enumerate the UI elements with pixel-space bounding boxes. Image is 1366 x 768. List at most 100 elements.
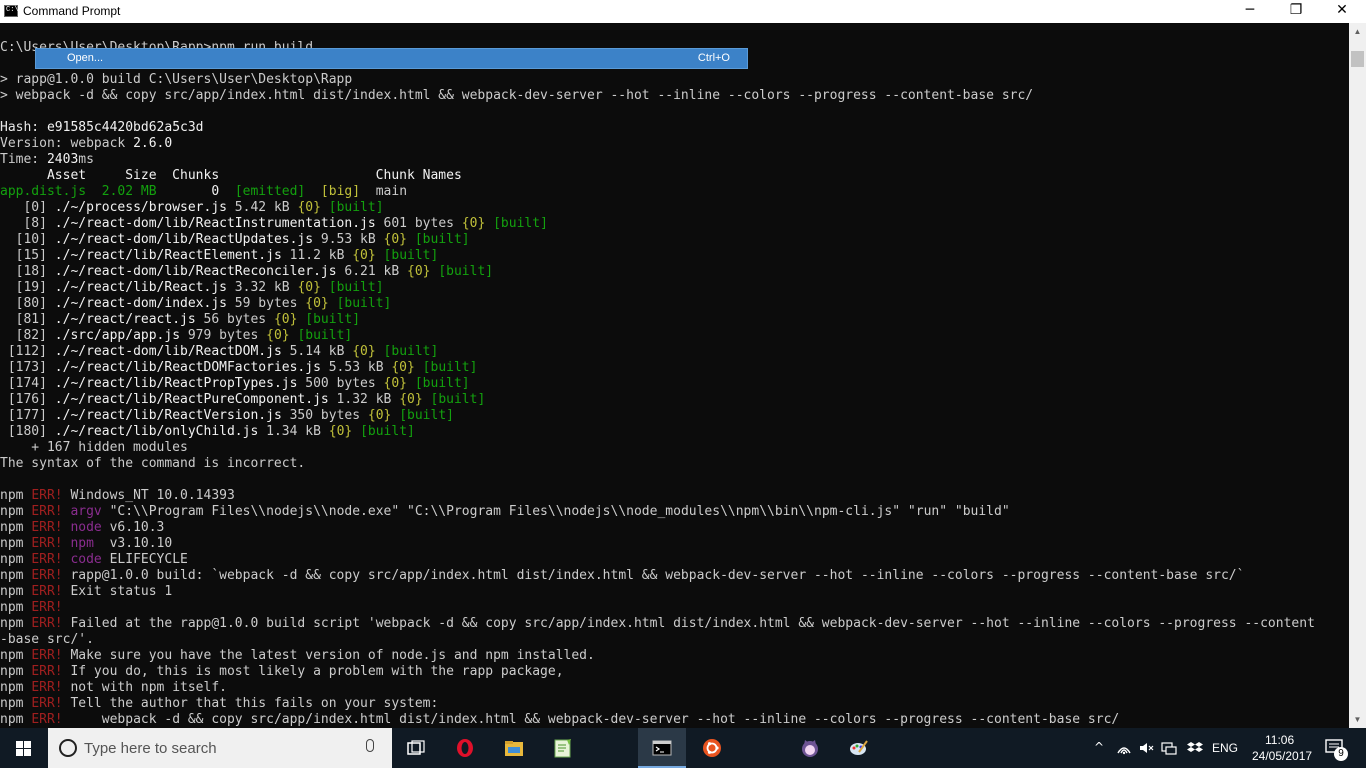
console-text: [built] — [399, 408, 454, 423]
console-text: argv — [70, 504, 102, 519]
console-line: [0] ./~/process/browser.js 5.42 kB {0} [… — [0, 200, 383, 216]
console-text: [built] — [383, 344, 439, 359]
console-text: [18] — [0, 264, 55, 279]
console-text: {0} — [383, 376, 408, 391]
console-text: ./~/react-dom/index.js — [54, 296, 227, 311]
console-text: {0} — [391, 360, 415, 375]
console-text: {0} — [367, 408, 392, 423]
console-text: ./~/react/lib/ReactDOMFactories.js — [54, 360, 321, 375]
vertical-scrollbar[interactable]: ▲ ▼ — [1349, 23, 1366, 728]
show-hidden-icons-chevron[interactable]: ^ — [1091, 740, 1107, 756]
console-line: Hash: e91585c4420bd62a5c3d — [0, 120, 204, 136]
cmd-app-icon[interactable] — [4, 5, 19, 17]
console-text: {0} — [305, 296, 329, 311]
console-text: [built] — [493, 216, 548, 231]
console-text: 350 bytes — [281, 408, 368, 423]
console-output[interactable]: C:\Users\User\Desktop\Rapp>npm run build… — [0, 23, 1349, 728]
microphone-icon[interactable] — [366, 739, 374, 752]
console-text: Make sure you have the latest version of… — [62, 648, 595, 663]
taskbar-search-box[interactable]: Type here to search — [48, 728, 392, 768]
console-text: Asset Size Chunks Chunk Names — [0, 168, 462, 183]
console-line: npm ERR! node v6.10.3 — [0, 520, 164, 536]
scroll-up-arrow-icon[interactable]: ▲ — [1349, 23, 1366, 40]
console-line: [15] ./~/react/lib/ReactElement.js 11.2 … — [0, 248, 439, 264]
console-line: > webpack -d && copy src/app/index.html … — [0, 88, 1033, 104]
start-button[interactable] — [0, 728, 48, 768]
console-text: [big] — [320, 184, 361, 199]
console-line: npm ERR! Windows_NT 10.0.14393 — [0, 488, 235, 504]
console-text: ERR! — [31, 488, 63, 503]
taskbar-app-paint[interactable] — [835, 728, 883, 768]
console-text: ERR! — [31, 664, 63, 679]
console-text: ./~/react/lib/React.js — [54, 280, 227, 295]
console-text: app.dist.js 2.02 MB — [0, 184, 212, 199]
console-text: ERR! — [31, 520, 63, 535]
console-line: Asset Size Chunks Chunk Names — [0, 168, 462, 184]
minimize-button[interactable]: ─ — [1227, 0, 1273, 23]
console-text: Time: — [0, 152, 47, 167]
console-text: npm — [70, 536, 94, 551]
notepad-icon — [554, 739, 571, 758]
maximize-button[interactable]: ❐ — [1273, 0, 1319, 23]
notification-count-badge: 9 — [1334, 747, 1348, 761]
console-text: {0} — [352, 344, 376, 359]
clock-date[interactable]: 24/05/2017 — [1252, 749, 1312, 763]
scroll-thumb[interactable] — [1351, 51, 1364, 67]
dropbox-icon[interactable] — [1187, 740, 1203, 756]
taskbar-app-file-explorer[interactable] — [490, 728, 538, 768]
console-text: [112] — [0, 344, 55, 359]
console-text: 2.6.0 — [133, 136, 173, 151]
console-text: [built] — [297, 328, 353, 343]
taskbar-app-ubuntu[interactable] — [688, 728, 736, 768]
console-text: ./~/react-dom/lib/ReactUpdates.js — [54, 232, 314, 247]
network-icon[interactable] — [1161, 740, 1177, 756]
console-text: [81] — [0, 312, 55, 327]
console-line: npm ERR! code ELIFECYCLE — [0, 552, 188, 568]
input-language-indicator[interactable]: ENG — [1212, 741, 1238, 755]
close-button[interactable]: ✕ — [1319, 0, 1365, 23]
console-line: [19] ./~/react/lib/React.js 3.32 kB {0} … — [0, 280, 384, 296]
clock-time[interactable]: 11:06 — [1265, 733, 1294, 747]
taskbar-app-notepad-plus[interactable] — [539, 728, 587, 768]
console-text: npm — [0, 488, 32, 503]
console-text: [0] — [0, 200, 55, 215]
taskbar-app-command-prompt[interactable] — [638, 728, 686, 768]
console-line: npm ERR! Failed at the rapp@1.0.0 build … — [0, 616, 1315, 632]
console-line: -base src/'. — [0, 632, 94, 648]
console-line: The syntax of the command is incorrect. — [0, 456, 305, 472]
console-text: ERR! — [31, 536, 63, 551]
console-text: Windows_NT 10.0.14393 — [62, 488, 235, 503]
console-text: v3.10.10 — [93, 536, 173, 551]
console-text: ./~/react-dom/lib/ReactReconciler.js — [54, 264, 337, 279]
console-text: ./~/react/react.js — [54, 312, 196, 327]
windows-logo-icon — [16, 741, 32, 756]
console-text: main — [360, 184, 408, 199]
task-view-button[interactable] — [392, 728, 440, 768]
scroll-down-arrow-icon[interactable]: ▼ — [1349, 711, 1366, 728]
title-bar: Command Prompt ─ ❐ ✕ — [0, 0, 1366, 23]
console-text: {0} — [266, 328, 290, 343]
console-text: npm — [0, 600, 32, 615]
console-text: ./src/app/app.js — [54, 328, 181, 343]
volume-muted-icon[interactable] — [1138, 740, 1154, 756]
console-text: npm — [0, 680, 32, 695]
console-line: [180] ./~/react/lib/onlyChild.js 1.34 kB… — [0, 424, 415, 440]
taskbar-app-opera[interactable] — [441, 728, 489, 768]
console-text: ERR! — [31, 616, 63, 631]
wifi-icon[interactable] — [1116, 740, 1132, 756]
console-text: ./~/react/lib/onlyChild.js — [54, 424, 259, 439]
taskbar-app-github[interactable] — [786, 728, 834, 768]
console-text: [15] — [0, 248, 55, 263]
open-menu-item[interactable]: Open... Ctrl+O — [35, 48, 748, 69]
console-text: npm — [0, 616, 32, 631]
console-text: npm — [0, 696, 32, 711]
console-text: webpack -d && copy src/app/index.html di… — [62, 712, 1120, 727]
console-text: {0} — [352, 248, 376, 263]
console-text: [built] — [430, 392, 486, 407]
folder-icon — [505, 741, 523, 756]
console-text: 11.2 kB — [281, 248, 353, 263]
